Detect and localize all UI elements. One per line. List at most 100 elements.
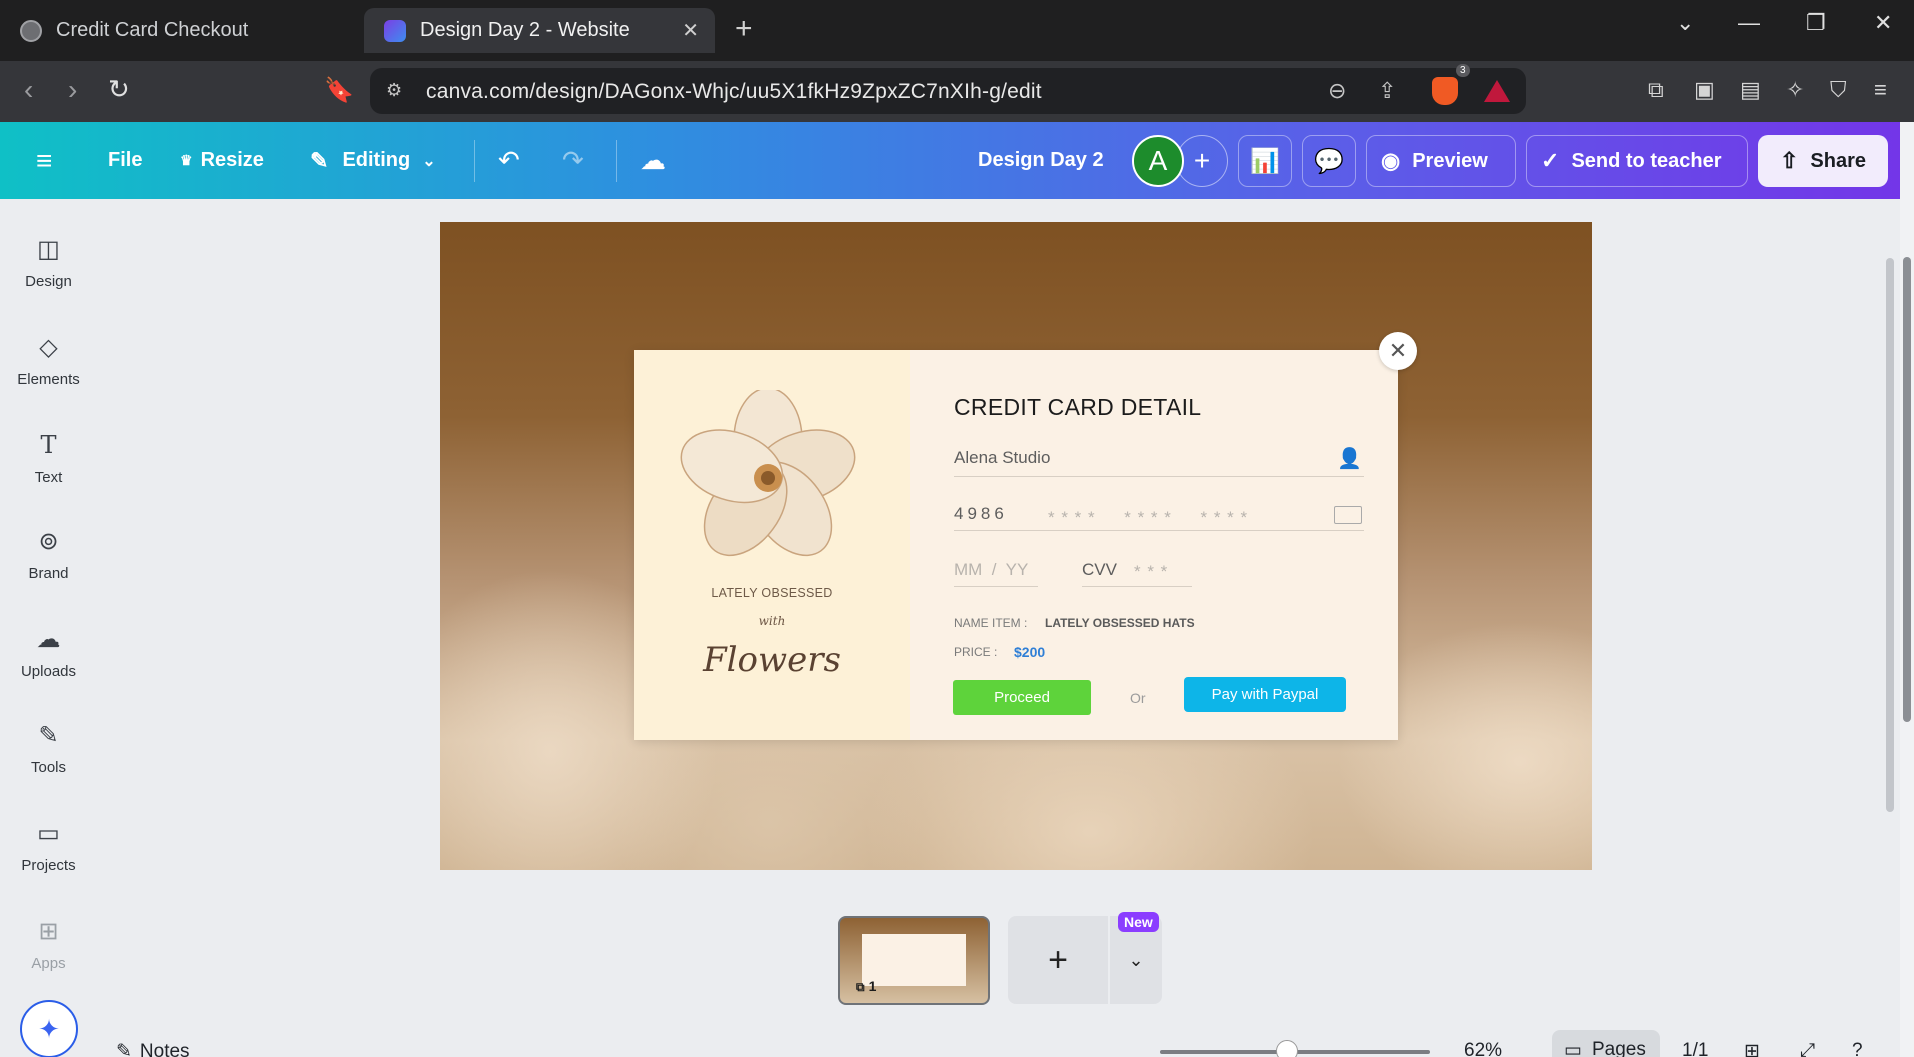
name-item-label[interactable]: NAME ITEM : bbox=[954, 616, 1027, 630]
card-number-mask[interactable]: * * * * * * * * * * * * bbox=[1048, 508, 1248, 528]
add-page-button[interactable]: + bbox=[1008, 916, 1108, 1004]
price-value[interactable]: $200 bbox=[1014, 644, 1045, 660]
extensions-icon[interactable]: ⧉ bbox=[1648, 77, 1664, 103]
notes-button[interactable]: ✎ Notes bbox=[116, 1040, 190, 1057]
crown-icon: ♛ bbox=[180, 152, 193, 168]
bookmark-icon[interactable]: 🔖 bbox=[324, 76, 354, 105]
document-title[interactable]: Design Day 2 bbox=[978, 122, 1104, 199]
flower-illustration[interactable] bbox=[678, 390, 858, 570]
editor-sidebar: ◫ Design ◇ Elements T Text ⊚ Brand ☁ Upl… bbox=[0, 199, 97, 1057]
proceed-button[interactable]: Proceed bbox=[953, 680, 1091, 715]
editing-mode-dropdown[interactable]: ✎ Editing ⌄ bbox=[310, 122, 436, 199]
design-icon: ◫ bbox=[37, 235, 60, 263]
sidebar-item-design[interactable]: ◫ Design bbox=[0, 225, 97, 315]
sidebar-toggle-icon[interactable]: ▣ bbox=[1694, 77, 1715, 103]
card-number-prefix[interactable]: 4986 bbox=[954, 504, 1008, 524]
name-item-value[interactable]: LATELY OBSESSED HATS bbox=[1045, 616, 1195, 630]
page-scrollbar[interactable] bbox=[1900, 122, 1914, 1057]
caption-text[interactable]: LATELY OBSESSED bbox=[634, 586, 910, 600]
sidebar-item-label: Design bbox=[25, 273, 72, 290]
card-title[interactable]: CREDIT CARD DETAIL bbox=[954, 394, 1201, 421]
close-tab-icon[interactable]: ✕ bbox=[682, 18, 699, 43]
zoom-slider-handle[interactable] bbox=[1276, 1040, 1298, 1057]
close-icon[interactable]: ✕ bbox=[1379, 332, 1417, 370]
script-flowers-text[interactable]: Flowers bbox=[634, 640, 910, 680]
send-to-teacher-button[interactable]: ✓ Send to teacher bbox=[1526, 135, 1748, 187]
share-label: Share bbox=[1810, 149, 1867, 172]
reload-button[interactable]: ↻ bbox=[108, 74, 130, 105]
site-settings-icon[interactable]: ⚙ bbox=[386, 80, 402, 101]
forward-button[interactable]: › bbox=[68, 74, 77, 106]
pages-button[interactable]: ▭ Pages bbox=[1552, 1030, 1660, 1057]
preview-button[interactable]: ◉ Preview bbox=[1366, 135, 1516, 187]
tab-list-chevron-icon[interactable]: ⌄ bbox=[1676, 10, 1694, 36]
or-text[interactable]: Or bbox=[1130, 690, 1146, 706]
sidebar-item-elements[interactable]: ◇ Elements bbox=[0, 323, 97, 413]
redo-button[interactable]: ↷ bbox=[562, 122, 584, 199]
browser-tab-active[interactable]: Design Day 2 - Website ✕ bbox=[364, 8, 715, 53]
page-thumbnail[interactable]: ⧉ 1 bbox=[838, 916, 990, 1005]
help-icon[interactable]: ? bbox=[1852, 1040, 1863, 1057]
url-field[interactable]: ⚙ canva.com/design/DAGonx-Whjc/uu5X1fkHz… bbox=[370, 68, 1526, 114]
share-page-icon[interactable]: ⇪ bbox=[1378, 78, 1396, 104]
undo-button[interactable]: ↶ bbox=[498, 122, 520, 199]
brave-shields-icon[interactable] bbox=[1432, 77, 1458, 105]
script-with-text[interactable]: with bbox=[634, 614, 910, 628]
brave-rewards-icon[interactable] bbox=[1484, 80, 1510, 102]
field-underline bbox=[954, 586, 1038, 587]
sidebar-item-brand[interactable]: ⊚ Brand bbox=[0, 517, 97, 607]
sidebar-item-label: Apps bbox=[31, 955, 66, 972]
restore-button[interactable]: ❐ bbox=[1806, 10, 1826, 36]
file-menu[interactable]: File bbox=[108, 122, 142, 199]
tab-title: Credit Card Checkout bbox=[56, 19, 249, 41]
sidebar-item-text[interactable]: T Text bbox=[0, 421, 97, 511]
design-canvas[interactable]: LATELY OBSESSED with Flowers CREDIT CARD… bbox=[440, 222, 1592, 870]
leo-ai-icon[interactable]: ✧ bbox=[1786, 77, 1804, 103]
name-field-value[interactable]: Alena Studio bbox=[954, 448, 1050, 468]
magic-assistant-button[interactable]: ✦ bbox=[20, 1000, 78, 1057]
sidebar-item-tools[interactable]: ✎ Tools bbox=[0, 711, 97, 801]
pay-with-paypal-button[interactable]: Pay with Paypal bbox=[1184, 677, 1346, 712]
doc-title-text: Design Day 2 bbox=[978, 149, 1104, 171]
resize-button[interactable]: ♛ Resize bbox=[180, 122, 264, 199]
zoom-level[interactable]: 62% bbox=[1464, 1040, 1502, 1057]
credit-card-modal[interactable]: LATELY OBSESSED with Flowers CREDIT CARD… bbox=[634, 350, 1398, 740]
new-tab-button[interactable]: + bbox=[735, 12, 753, 46]
wallet-icon[interactable]: ▤ bbox=[1740, 77, 1761, 103]
field-underline bbox=[1082, 586, 1192, 587]
minimize-button[interactable]: — bbox=[1738, 10, 1760, 36]
back-button[interactable]: ‹ bbox=[24, 74, 33, 106]
insights-button[interactable]: 📊 bbox=[1238, 135, 1292, 187]
fullscreen-icon[interactable]: ⤢ bbox=[1800, 1040, 1815, 1057]
comments-button[interactable]: 💬 bbox=[1302, 135, 1356, 187]
pencil-icon: ✎ bbox=[310, 147, 329, 173]
sidebar-item-projects[interactable]: ▭ Projects bbox=[0, 809, 97, 899]
browser-tab[interactable]: Credit Card Checkout bbox=[0, 8, 358, 53]
avatar[interactable]: A bbox=[1132, 135, 1184, 187]
price-label[interactable]: PRICE : bbox=[954, 645, 997, 659]
expiry-placeholder[interactable]: MM / YY bbox=[954, 560, 1028, 580]
globe-icon bbox=[20, 19, 42, 42]
close-window-button[interactable]: ✕ bbox=[1874, 10, 1892, 36]
page-count: 1/1 bbox=[1682, 1040, 1709, 1057]
cloud-saved-icon[interactable]: ☁ bbox=[640, 122, 666, 199]
bar-chart-icon: 📊 bbox=[1250, 147, 1280, 175]
browser-address-bar: ‹ › ↻ 🔖 ⚙ canva.com/design/DAGonx-Whjc/u… bbox=[0, 61, 1914, 122]
text-icon: T bbox=[40, 431, 57, 459]
share-button[interactable]: ⇧ Share bbox=[1758, 135, 1888, 187]
vpn-icon[interactable]: ⛉ bbox=[1830, 77, 1847, 103]
grid-view-icon[interactable]: ⊞ bbox=[1744, 1040, 1760, 1057]
elements-icon: ◇ bbox=[39, 333, 58, 361]
sidebar-item-apps[interactable]: ⊞ Apps bbox=[0, 907, 97, 997]
card-left-panel[interactable]: LATELY OBSESSED with Flowers bbox=[634, 350, 910, 740]
pages-label: Pages bbox=[1591, 1039, 1646, 1057]
cvv-label[interactable]: CVV bbox=[1082, 560, 1117, 580]
cvv-mask[interactable]: * * * bbox=[1134, 562, 1168, 582]
canvas-scrollbar[interactable] bbox=[1886, 258, 1894, 812]
browser-menu-icon[interactable]: ≡ bbox=[1874, 77, 1887, 103]
zoom-out-icon[interactable]: ⊖ bbox=[1328, 78, 1346, 104]
scrollbar-thumb[interactable] bbox=[1903, 257, 1911, 722]
field-underline bbox=[954, 476, 1364, 477]
main-menu-icon[interactable]: ≡ bbox=[36, 122, 52, 199]
sidebar-item-uploads[interactable]: ☁ Uploads bbox=[0, 615, 97, 705]
